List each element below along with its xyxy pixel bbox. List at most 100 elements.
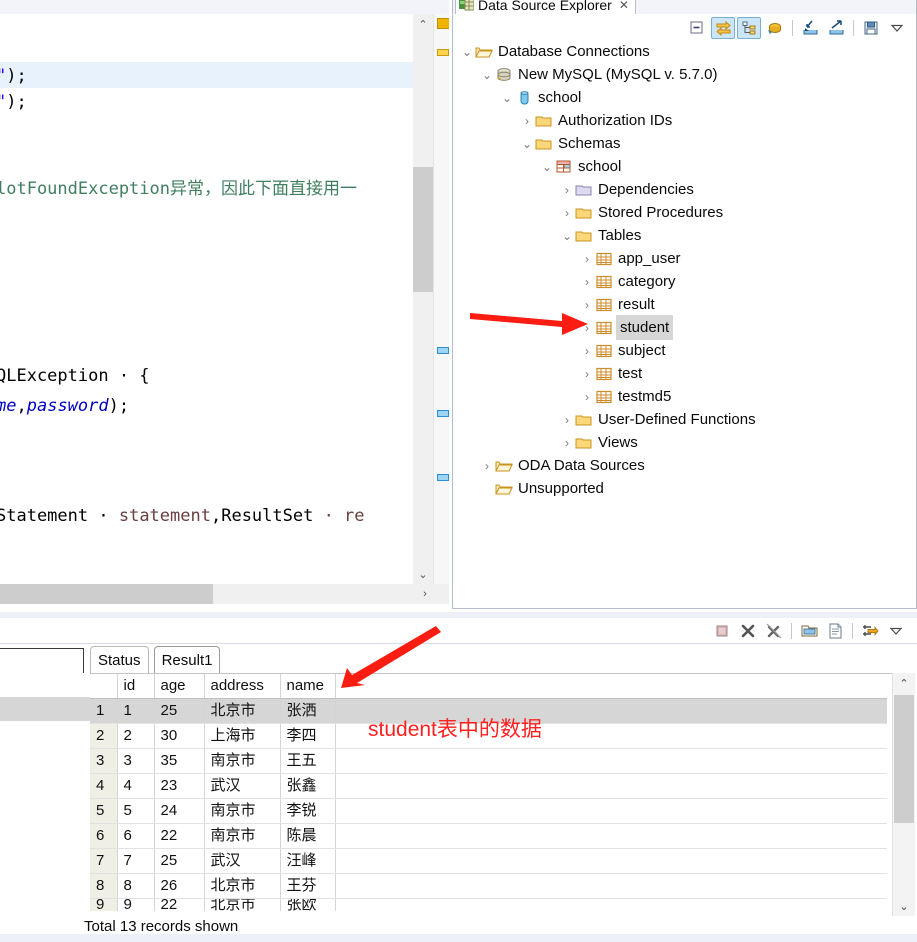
table-cell[interactable]: 南京市 <box>204 798 281 824</box>
close-icon[interactable]: ✕ <box>619 0 629 12</box>
collapse-all-icon[interactable] <box>685 17 709 39</box>
table-cell[interactable]: 李四 <box>280 723 336 749</box>
tree-node-school[interactable]: ⌄ school <box>453 155 916 178</box>
tree-node-school[interactable]: ⌄ school <box>453 86 916 109</box>
table-cell[interactable]: 张洒 <box>280 698 336 724</box>
chevron-right-icon[interactable]: › <box>579 247 595 270</box>
table-cell[interactable]: 南京市 <box>204 823 281 849</box>
table-cell[interactable]: 9 <box>117 898 155 911</box>
scroll-up-arrow-icon[interactable]: ⌃ <box>413 14 433 34</box>
tree-node-views[interactable]: › Views <box>453 431 916 454</box>
table-cell[interactable] <box>335 798 887 824</box>
scroll-lock-icon[interactable] <box>858 620 882 642</box>
chevron-right-icon[interactable]: › <box>579 270 595 293</box>
table-cell[interactable]: 3 <box>117 748 155 774</box>
annotation-mark[interactable] <box>437 347 449 354</box>
tree-node-testmd5[interactable]: › testmd5 <box>453 385 916 408</box>
save-icon[interactable] <box>859 17 883 39</box>
table-cell[interactable]: 6 <box>90 823 118 849</box>
table-cell[interactable]: 24 <box>154 798 205 824</box>
chevron-right-icon[interactable]: › <box>559 431 575 454</box>
annotation-mark[interactable] <box>437 474 449 481</box>
chevron-down-icon[interactable]: ⌄ <box>499 86 515 109</box>
table-cell[interactable] <box>335 848 887 874</box>
table-row[interactable]: 4 4 23 武汉 张鑫 <box>90 773 887 799</box>
tab-result1[interactable]: Result1 <box>153 646 221 673</box>
chevron-down-icon[interactable]: ⌄ <box>559 224 575 247</box>
table-cell[interactable]: 王芬 <box>280 873 336 899</box>
tree-node-new-mysql-mysql-v-5-7-0[interactable]: ⌄ New MySQL (MySQL v. 5.7.0) <box>453 63 916 86</box>
chevron-right-icon[interactable]: › <box>579 316 595 339</box>
chevron-right-icon[interactable]: › <box>579 293 595 316</box>
table-cell[interactable]: 22 <box>154 898 205 911</box>
tab-status[interactable]: Status <box>90 646 149 673</box>
annotation-mark[interactable] <box>437 18 449 29</box>
chevron-down-icon[interactable]: ⌄ <box>539 155 555 178</box>
table-cell[interactable] <box>335 899 887 912</box>
column-header-id[interactable]: id <box>117 674 155 699</box>
show-hierarchy-icon[interactable] <box>737 17 761 39</box>
table-cell[interactable]: 4 <box>117 773 155 799</box>
tree-node-tables[interactable]: ⌄ Tables <box>453 224 916 247</box>
tree-node-oda-data-sources[interactable]: › ODA Data Sources <box>453 454 916 477</box>
scroll-up-arrow-icon[interactable]: ⌃ <box>893 673 915 693</box>
column-header-address[interactable]: address <box>204 674 281 699</box>
annotation-mark[interactable] <box>437 410 449 417</box>
code-editor-text-area[interactable]: "); "); lotFoundException异常，因此下面直接用一 QLExce… <box>0 14 413 584</box>
chevron-down-icon[interactable]: ⌄ <box>519 132 535 155</box>
table-cell[interactable]: 1 <box>117 698 155 724</box>
view-menu-icon[interactable] <box>884 620 908 642</box>
table-cell[interactable]: 1 <box>90 698 118 724</box>
document-icon[interactable] <box>823 620 847 642</box>
table-row[interactable]: 9 9 22 北京市 张欧 <box>90 898 887 912</box>
scroll-right-arrow-icon[interactable]: › <box>415 584 435 604</box>
terminate-icon[interactable] <box>710 620 734 642</box>
table-row[interactable]: 6 6 22 南京市 陈晨 <box>90 823 887 849</box>
scrollbar-thumb[interactable] <box>413 167 433 292</box>
table-cell[interactable] <box>335 823 887 849</box>
editor-vertical-scrollbar[interactable]: ⌃ ⌄ <box>413 14 433 584</box>
tree-node-result[interactable]: › result <box>453 293 916 316</box>
tree-node-unsupported[interactable]: Unsupported <box>453 477 916 500</box>
scrollbar-thumb[interactable] <box>0 584 213 604</box>
chevron-down-icon[interactable]: ⌄ <box>459 40 475 63</box>
table-cell[interactable]: 30 <box>154 723 205 749</box>
table-cell[interactable]: 25 <box>154 698 205 724</box>
column-header[interactable] <box>90 674 118 699</box>
chevron-right-icon[interactable]: › <box>579 385 595 408</box>
chevron-right-icon[interactable]: › <box>559 201 575 224</box>
table-cell[interactable]: 25 <box>154 848 205 874</box>
chevron-down-icon[interactable]: ⌄ <box>479 63 495 86</box>
table-row[interactable]: 3 3 35 南京市 王五 <box>90 748 887 774</box>
tree-node-student[interactable]: › student <box>453 315 916 340</box>
tree-node-authorization-ids[interactable]: › Authorization IDs <box>453 109 916 132</box>
column-header-name[interactable]: name <box>280 674 336 699</box>
export-icon[interactable] <box>824 17 848 39</box>
tree-node-stored-procedures[interactable]: › Stored Procedures <box>453 201 916 224</box>
table-row[interactable]: 5 5 24 南京市 李锐 <box>90 798 887 824</box>
chevron-right-icon[interactable]: › <box>559 408 575 431</box>
editor-annotation-ruler[interactable] <box>433 14 449 584</box>
table-cell[interactable] <box>335 873 887 899</box>
table-cell[interactable]: 23 <box>154 773 205 799</box>
database-connections-tree[interactable]: ⌄ Database Connections ⌄ New MySQL (MySQL v… <box>453 40 916 606</box>
table-cell[interactable]: 22 <box>154 823 205 849</box>
table-cell[interactable]: 5 <box>117 798 155 824</box>
remove-all-icon[interactable] <box>762 620 786 642</box>
tree-node-app-user[interactable]: › app_user <box>453 247 916 270</box>
table-cell[interactable]: 2 <box>90 723 118 749</box>
table-cell[interactable] <box>335 748 887 774</box>
table-cell[interactable]: 武汉 <box>204 848 281 874</box>
table-cell[interactable]: 汪峰 <box>280 848 336 874</box>
tree-node-database-connections[interactable]: ⌄ Database Connections <box>453 40 916 63</box>
table-cell[interactable]: 北京市 <box>204 873 281 899</box>
import-icon[interactable] <box>798 17 822 39</box>
tree-node-category[interactable]: › category <box>453 270 916 293</box>
table-cell[interactable]: 5 <box>90 798 118 824</box>
table-row[interactable]: 7 7 25 武汉 汪峰 <box>90 848 887 874</box>
view-menu-icon[interactable] <box>885 17 909 39</box>
table-cell[interactable]: 3 <box>90 748 118 774</box>
chevron-right-icon[interactable]: › <box>579 362 595 385</box>
table-cell[interactable]: 李锐 <box>280 798 336 824</box>
tree-node-subject[interactable]: › subject <box>453 339 916 362</box>
